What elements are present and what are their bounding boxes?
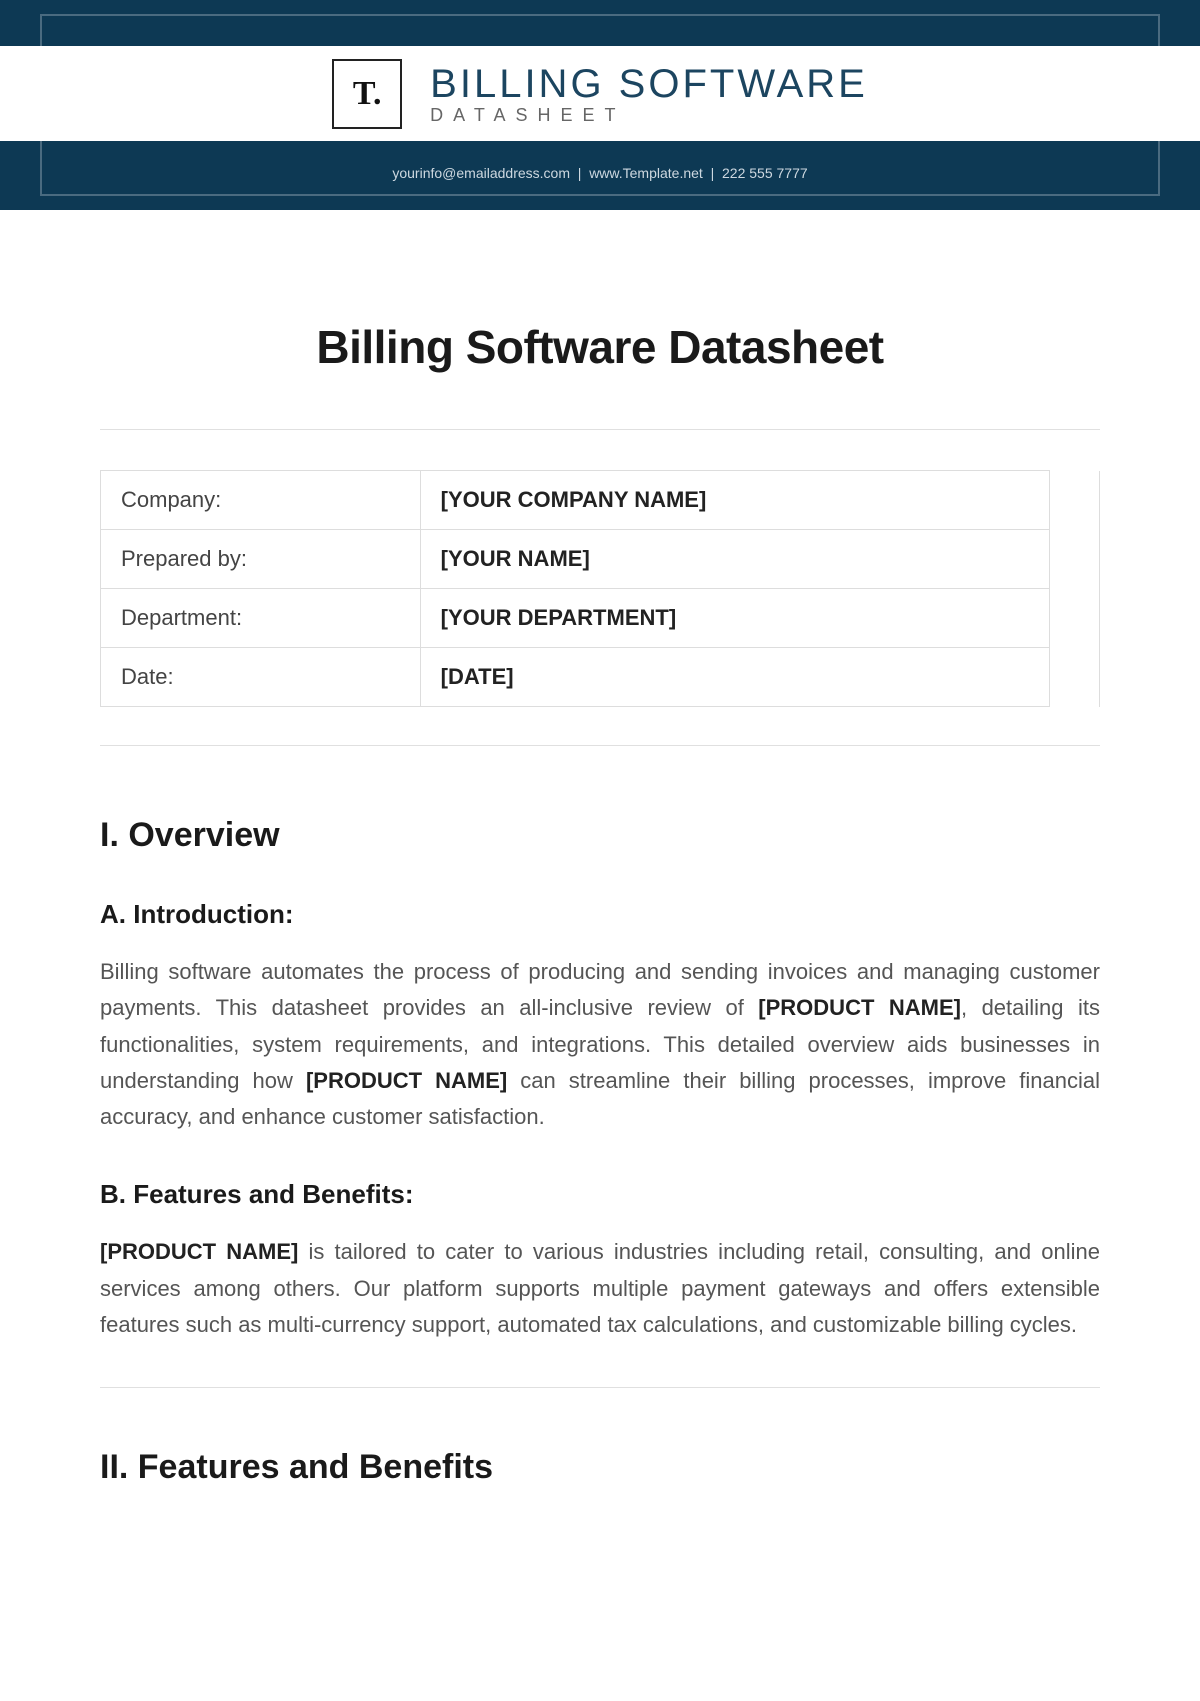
subsection-intro-heading: A. Introduction: <box>100 899 1100 930</box>
header-white-strip: T. BILLING SOFTWARE DATASHEET <box>0 46 1200 141</box>
info-value: [DATE] <box>420 648 1049 707</box>
features-paragraph: [PRODUCT NAME] is tailored to cater to v… <box>100 1234 1100 1343</box>
table-gap <box>1050 648 1100 707</box>
contact-phone: 222 555 7777 <box>722 165 808 181</box>
contact-line: yourinfo@emailaddress.com | www.Template… <box>0 165 1200 181</box>
info-value: [YOUR DEPARTMENT] <box>420 589 1049 648</box>
table-row: Department: [YOUR DEPARTMENT] <box>101 589 1100 648</box>
divider <box>100 745 1100 746</box>
section-features-heading: II. Features and Benefits <box>100 1448 1100 1487</box>
brand-title: BILLING SOFTWARE <box>430 64 868 104</box>
subsection-features-heading: B. Features and Benefits: <box>100 1179 1100 1210</box>
table-gap <box>1050 471 1100 530</box>
table-row: Company: [YOUR COMPANY NAME] <box>101 471 1100 530</box>
info-label: Department: <box>101 589 421 648</box>
contact-site: www.Template.net <box>589 165 703 181</box>
table-gap <box>1050 530 1100 589</box>
section-overview-heading: I. Overview <box>100 816 1100 855</box>
logo-icon: T. <box>332 59 402 129</box>
contact-email: yourinfo@emailaddress.com <box>392 165 570 181</box>
placeholder-bold: [PRODUCT NAME] <box>100 1239 298 1264</box>
document-content: Billing Software Datasheet Company: [YOU… <box>0 210 1200 1487</box>
brand-text: BILLING SOFTWARE DATASHEET <box>430 64 868 124</box>
info-label: Date: <box>101 648 421 707</box>
header-band: T. BILLING SOFTWARE DATASHEET yourinfo@e… <box>0 0 1200 210</box>
placeholder-bold: [PRODUCT NAME] <box>306 1068 507 1093</box>
brand-subtitle: DATASHEET <box>430 106 868 124</box>
placeholder-bold: [PRODUCT NAME] <box>758 995 961 1020</box>
intro-paragraph: Billing software automates the process o… <box>100 954 1100 1135</box>
info-value: [YOUR NAME] <box>420 530 1049 589</box>
divider <box>100 429 1100 430</box>
divider <box>100 1387 1100 1388</box>
table-row: Date: [DATE] <box>101 648 1100 707</box>
info-table: Company: [YOUR COMPANY NAME] Prepared by… <box>100 470 1100 707</box>
table-gap <box>1050 589 1100 648</box>
info-value: [YOUR COMPANY NAME] <box>420 471 1049 530</box>
info-label: Prepared by: <box>101 530 421 589</box>
info-label: Company: <box>101 471 421 530</box>
table-row: Prepared by: [YOUR NAME] <box>101 530 1100 589</box>
page-title: Billing Software Datasheet <box>100 320 1100 374</box>
